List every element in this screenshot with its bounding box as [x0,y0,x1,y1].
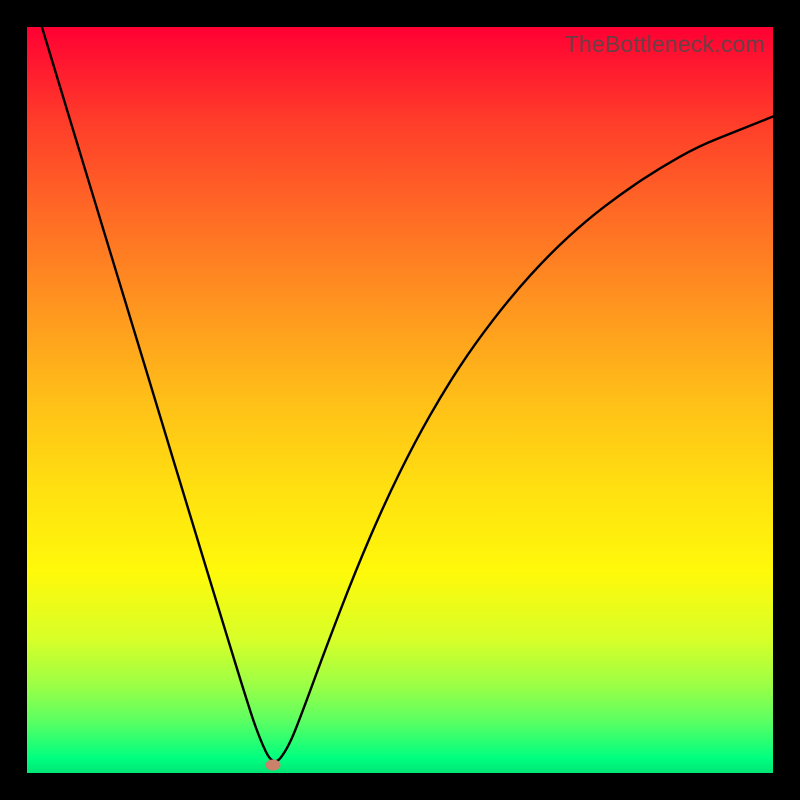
bottleneck-curve [27,27,773,773]
minimum-marker [266,759,281,770]
chart-frame: TheBottleneck.com [0,0,800,800]
plot-area: TheBottleneck.com [27,27,773,773]
